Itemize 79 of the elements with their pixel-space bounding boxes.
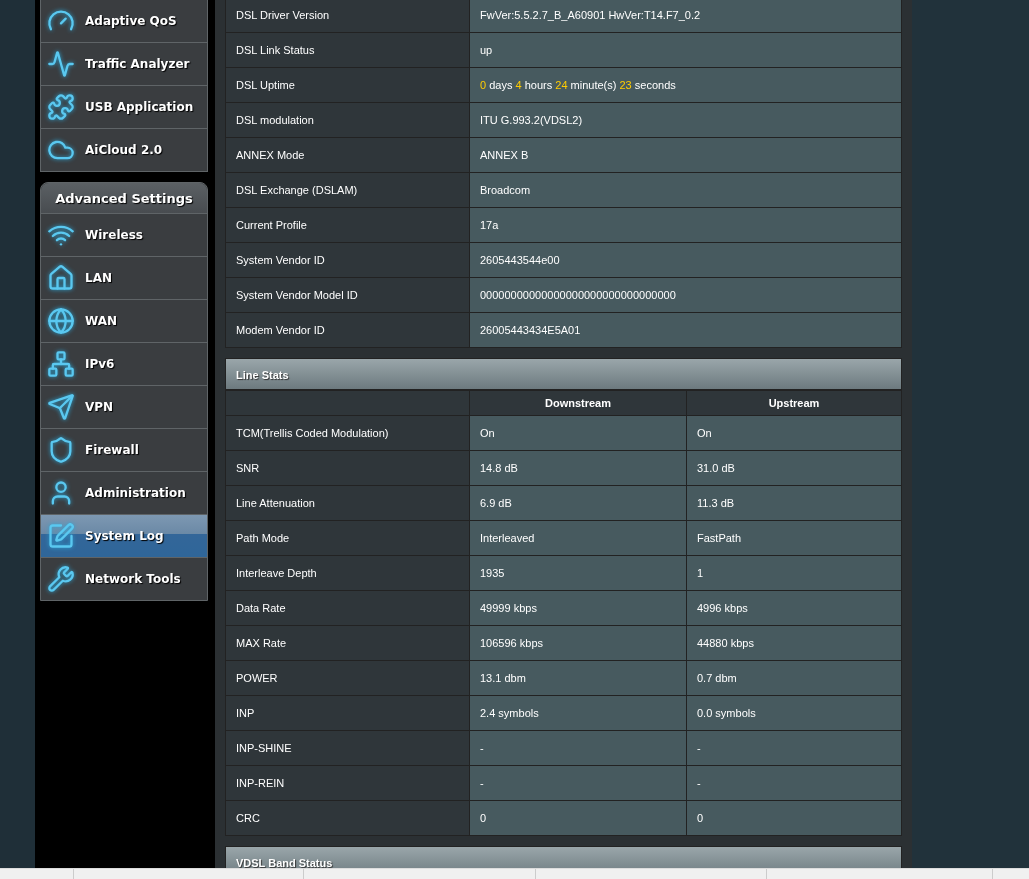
table-cell: ANNEX B bbox=[469, 137, 902, 173]
table-cell: 1935 bbox=[469, 555, 687, 591]
table-cell: INP-SHINE bbox=[225, 730, 470, 766]
table-cell: Current Profile bbox=[225, 207, 470, 243]
table-cell: DSL Link Status bbox=[225, 32, 470, 68]
table-cell: FwVer:5.5.2.7_B_A60901 HwVer:T14.F7_0.2 bbox=[469, 0, 902, 33]
sidebar-item[interactable]: Network Tools bbox=[41, 557, 207, 600]
table-cell: System Vendor ID bbox=[225, 242, 470, 278]
table-cell: Modem Vendor ID bbox=[225, 312, 470, 348]
table-cell: - bbox=[686, 765, 902, 801]
table-cell: 49999 kbps bbox=[469, 590, 687, 626]
table-cell: Broadcom bbox=[469, 172, 902, 208]
table-cell: 0 days 4 hours 24 minute(s) 23 seconds bbox=[469, 67, 902, 103]
table-cell: TCM(Trellis Coded Modulation) bbox=[225, 415, 470, 451]
table-cell: 11.3 dB bbox=[686, 485, 902, 521]
sidebar-item[interactable]: Firewall bbox=[41, 428, 207, 471]
plane-icon bbox=[47, 393, 75, 421]
table-cell: 1 bbox=[686, 555, 902, 591]
table-cell: up bbox=[469, 32, 902, 68]
table-cell: Interleave Depth bbox=[225, 555, 470, 591]
table-cell: 17a bbox=[469, 207, 902, 243]
puzzle-icon bbox=[47, 93, 75, 121]
table-cell: - bbox=[686, 730, 902, 766]
table-cell: 13.1 dbm bbox=[469, 660, 687, 696]
table-cell: INP bbox=[225, 695, 470, 731]
table-cell: 0 bbox=[469, 800, 687, 836]
table-cell: 0.0 symbols bbox=[686, 695, 902, 731]
sidebar-item[interactable]: Traffic Analyzer bbox=[41, 42, 207, 85]
table-cell: 6.9 dB bbox=[469, 485, 687, 521]
column-header: Upstream bbox=[686, 390, 902, 416]
table-cell: - bbox=[469, 730, 687, 766]
sidebar-item[interactable]: AiCloud 2.0 bbox=[41, 128, 207, 171]
table-cell: INP-REIN bbox=[225, 765, 470, 801]
table-cell: 00000000000000000000000000000000 bbox=[469, 277, 902, 313]
house-icon bbox=[47, 264, 75, 292]
table-cell: DSL Uptime bbox=[225, 67, 470, 103]
table-cell: DSL Driver Version bbox=[225, 0, 470, 33]
column-header: Downstream bbox=[469, 390, 687, 416]
table-cell: SNR bbox=[225, 450, 470, 486]
table-cell: Line Attenuation bbox=[225, 485, 470, 521]
sidebar-item[interactable]: Adaptive QoS bbox=[41, 0, 207, 42]
table-cell: On bbox=[469, 415, 687, 451]
edit-icon bbox=[47, 522, 75, 550]
table-cell: MAX Rate bbox=[225, 625, 470, 661]
sidebar-item[interactable]: System Log bbox=[41, 514, 207, 557]
table-cell: 106596 kbps bbox=[469, 625, 687, 661]
sidebar-item[interactable]: USB Application bbox=[41, 85, 207, 128]
sidebar-item[interactable]: LAN bbox=[41, 256, 207, 299]
table-cell: 0.7 dbm bbox=[686, 660, 902, 696]
sidebar-item[interactable]: IPv6 bbox=[41, 342, 207, 385]
table-cell: DSL Exchange (DSLAM) bbox=[225, 172, 470, 208]
table-cell: 31.0 dB bbox=[686, 450, 902, 486]
table-cell: POWER bbox=[225, 660, 470, 696]
table-cell: System Vendor Model ID bbox=[225, 277, 470, 313]
table-cell: 14.8 dB bbox=[469, 450, 687, 486]
table-cell: ANNEX Mode bbox=[225, 137, 470, 173]
table-cell: Interleaved bbox=[469, 520, 687, 556]
table-cell: ITU G.993.2(VDSL2) bbox=[469, 102, 902, 138]
chart-icon bbox=[47, 50, 75, 78]
table-cell: FastPath bbox=[686, 520, 902, 556]
section-header: VDSL Band Status bbox=[225, 846, 902, 868]
table-cell: Path Mode bbox=[225, 520, 470, 556]
section-header: Line Stats bbox=[225, 358, 902, 390]
sidebar-item[interactable]: Wireless bbox=[41, 213, 207, 256]
table-cell: 26005443434E5A01 bbox=[469, 312, 902, 348]
section-title: Advanced Settings bbox=[41, 183, 207, 213]
table-cell: DSL modulation bbox=[225, 102, 470, 138]
sidebar-item[interactable]: VPN bbox=[41, 385, 207, 428]
table-cell: Data Rate bbox=[225, 590, 470, 626]
table-cell: On bbox=[686, 415, 902, 451]
sidebar-item[interactable]: WAN bbox=[41, 299, 207, 342]
table-cell: 0 bbox=[686, 800, 902, 836]
table-cell: - bbox=[469, 765, 687, 801]
table-cell: 2.4 symbols bbox=[469, 695, 687, 731]
table-cell: 4996 kbps bbox=[686, 590, 902, 626]
table-cell: 44880 kbps bbox=[686, 625, 902, 661]
wrench-icon bbox=[47, 565, 75, 593]
table-cell: 2605443544e00 bbox=[469, 242, 902, 278]
table-cell: CRC bbox=[225, 800, 470, 836]
